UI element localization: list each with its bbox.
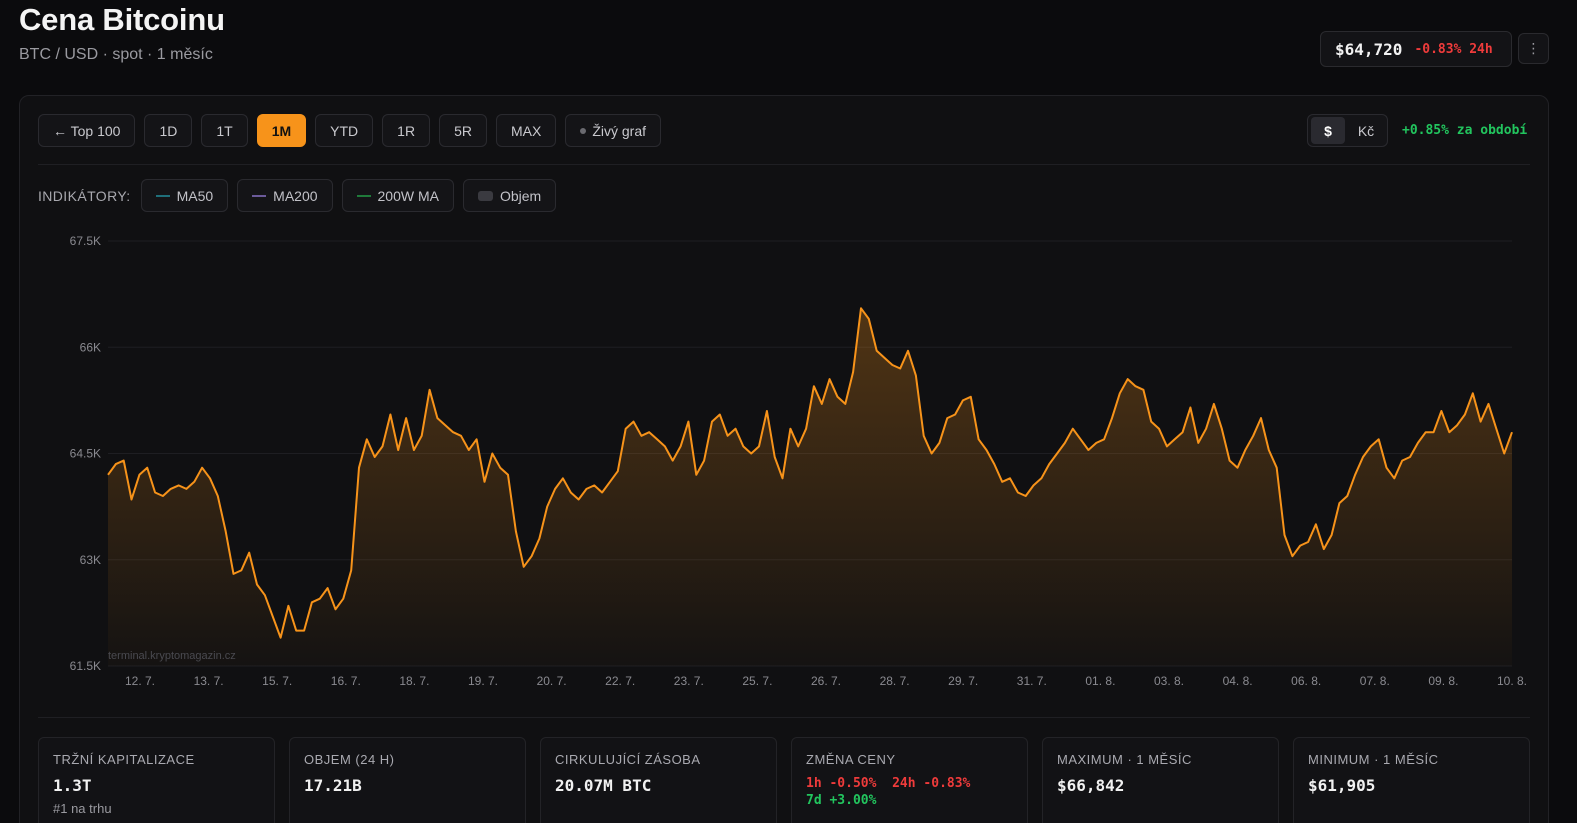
stat-label: Maximum · 1 měsíc bbox=[1057, 752, 1192, 767]
stats-row: Tržní kapitalizace 1.3T #1 na trhu Objem… bbox=[38, 737, 1530, 823]
x-tick-label: 16. 7. bbox=[331, 674, 361, 688]
y-axis: 67.5K 66K 64.5K 63K 61.5K bbox=[70, 234, 101, 673]
x-tick-label: 13. 7. bbox=[194, 674, 224, 688]
x-tick-label: 15. 7. bbox=[262, 674, 292, 688]
page-subtitle: BTC / USD · spot · 1 měsíc bbox=[19, 46, 213, 63]
range-1d-button[interactable]: 1D bbox=[144, 114, 193, 147]
y-tick-label: 64.5K bbox=[70, 447, 101, 461]
live-chart-button[interactable]: Živý graf bbox=[565, 114, 662, 147]
stat-market-cap: Tržní kapitalizace 1.3T #1 na trhu bbox=[38, 737, 275, 823]
y-tick-label: 67.5K bbox=[70, 234, 101, 248]
divider bbox=[38, 717, 1530, 718]
current-price: $64,720 bbox=[1335, 39, 1403, 59]
indicator-ma50-toggle[interactable]: MA50 bbox=[140, 179, 229, 212]
vertical-dots-icon: ⋮ bbox=[1526, 40, 1541, 56]
x-tick-label: 18. 7. bbox=[399, 674, 429, 688]
x-tick-label: 12. 7. bbox=[125, 674, 155, 688]
stat-label: Objem (24 h) bbox=[304, 752, 395, 767]
stat-value: 1.3T bbox=[53, 776, 92, 795]
more-options-button[interactable]: ⋮ bbox=[1518, 33, 1549, 64]
indicators-label: INDIKÁTORY: bbox=[38, 187, 131, 204]
chart-panel: ← Top 100 1D 1T 1M YTD 1R 5R MAX Živý gr… bbox=[19, 95, 1549, 823]
x-tick-label: 07. 8. bbox=[1360, 674, 1390, 688]
live-chart-label: Živý graf bbox=[592, 122, 647, 139]
stat-price-change: Změna ceny 1h -0.50% 24h -0.83% 7d +3.00… bbox=[791, 737, 1028, 823]
stat-sub: #1 na trhu bbox=[53, 801, 112, 816]
stat-volume-24h: Objem (24 h) 17.21B bbox=[289, 737, 526, 823]
change-7d: +3.00% bbox=[829, 793, 877, 808]
indicator-200w-ma-toggle[interactable]: 200W MA bbox=[341, 179, 454, 212]
price-change-24h: -0.83% 24h bbox=[1414, 41, 1493, 57]
back-top100-button[interactable]: ← Top 100 bbox=[38, 114, 136, 147]
stat-min-1m: Minimum · 1 měsíc $61,905 bbox=[1293, 737, 1530, 823]
change-24h: -0.83% bbox=[923, 776, 971, 791]
x-tick-label: 20. 7. bbox=[537, 674, 567, 688]
change-1h-label: 1h bbox=[806, 776, 822, 791]
range-1t-button[interactable]: 1T bbox=[201, 114, 248, 147]
stat-circulating-supply: Cirkulující zásoba 20.07M BTC bbox=[540, 737, 777, 823]
stat-label: Minimum · 1 měsíc bbox=[1308, 752, 1439, 767]
x-tick-label: 04. 8. bbox=[1223, 674, 1253, 688]
live-dot-icon bbox=[580, 127, 587, 134]
change-7d-label: 7d bbox=[806, 793, 822, 808]
x-tick-label: 22. 7. bbox=[605, 674, 635, 688]
ma50-line-icon bbox=[155, 194, 170, 197]
price-area bbox=[108, 308, 1512, 666]
y-tick-label: 66K bbox=[80, 340, 101, 354]
x-tick-label: 19. 7. bbox=[468, 674, 498, 688]
currency-usd-option[interactable]: $ bbox=[1311, 117, 1345, 144]
x-tick-label: 26. 7. bbox=[811, 674, 841, 688]
y-tick-label: 61.5K bbox=[70, 659, 101, 673]
range-1r-button[interactable]: 1R bbox=[382, 114, 431, 147]
ma200-line-icon bbox=[252, 194, 267, 197]
x-tick-label: 31. 7. bbox=[1017, 674, 1047, 688]
chart-watermark: terminal.kryptomagazin.cz bbox=[108, 650, 236, 662]
price-chart[interactable]: 67.5K 66K 64.5K 63K 61.5K 12. 7. 13. 7. 15. 7.… bbox=[20, 226, 1548, 696]
range-toolbar: ← Top 100 1D 1T 1M YTD 1R 5R MAX Živý gr… bbox=[38, 114, 662, 147]
page-title: Cena Bitcoinu bbox=[19, 2, 225, 37]
indicator-ma50-label: MA50 bbox=[176, 187, 214, 204]
period-change: +0.85% za období bbox=[1402, 123, 1528, 138]
stat-value: 17.21B bbox=[304, 776, 362, 795]
indicator-ma200-label: MA200 bbox=[273, 187, 318, 204]
x-tick-label: 09. 8. bbox=[1428, 674, 1458, 688]
range-max-button[interactable]: MAX bbox=[495, 114, 557, 147]
change-1h: -0.50% bbox=[829, 776, 877, 791]
x-tick-label: 28. 7. bbox=[880, 674, 910, 688]
range-5r-button[interactable]: 5R bbox=[439, 114, 487, 147]
ma200w-line-icon bbox=[356, 194, 371, 197]
currency-czk-option[interactable]: Kč bbox=[1349, 117, 1383, 144]
y-tick-label: 63K bbox=[80, 553, 101, 567]
stat-max-1m: Maximum · 1 měsíc $66,842 bbox=[1042, 737, 1279, 823]
change-24h-label: 24h bbox=[892, 776, 916, 791]
currency-toggle: $ Kč bbox=[1307, 114, 1388, 147]
indicator-volume-label: Objem bbox=[499, 187, 542, 204]
stat-value: $61,905 bbox=[1308, 776, 1376, 795]
x-tick-label: 23. 7. bbox=[674, 674, 704, 688]
stat-label: Cirkulující zásoba bbox=[555, 752, 701, 767]
price-change-7d: 7d +3.00% bbox=[806, 793, 1013, 808]
x-tick-label: 25. 7. bbox=[742, 674, 772, 688]
stat-label: Změna ceny bbox=[806, 752, 896, 767]
indicator-200w-ma-label: 200W MA bbox=[377, 187, 439, 204]
indicator-ma200-toggle[interactable]: MA200 bbox=[237, 179, 333, 212]
stat-value: 20.07M BTC bbox=[555, 776, 652, 795]
x-tick-label: 01. 8. bbox=[1085, 674, 1115, 688]
x-axis: 12. 7. 13. 7. 15. 7. 16. 7. 18. 7. 19. 7. 20. … bbox=[125, 674, 1527, 688]
x-tick-label: 06. 8. bbox=[1291, 674, 1321, 688]
x-tick-label: 29. 7. bbox=[948, 674, 978, 688]
divider bbox=[38, 164, 1530, 165]
x-tick-label: 10. 8. bbox=[1497, 674, 1527, 688]
volume-bar-icon bbox=[477, 190, 493, 201]
indicator-volume-toggle[interactable]: Objem bbox=[462, 179, 557, 212]
indicators-row: INDIKÁTORY: MA50 MA200 200W MA Objem bbox=[38, 179, 557, 212]
stat-value: $66,842 bbox=[1057, 776, 1125, 795]
price-change-short: 1h -0.50% 24h -0.83% bbox=[806, 776, 1013, 791]
x-tick-label: 03. 8. bbox=[1154, 674, 1184, 688]
stat-label: Tržní kapitalizace bbox=[53, 752, 195, 767]
price-ticker: $64,720 -0.83% 24h bbox=[1320, 31, 1512, 67]
range-ytd-button[interactable]: YTD bbox=[315, 114, 374, 147]
range-1m-button[interactable]: 1M bbox=[256, 114, 307, 147]
